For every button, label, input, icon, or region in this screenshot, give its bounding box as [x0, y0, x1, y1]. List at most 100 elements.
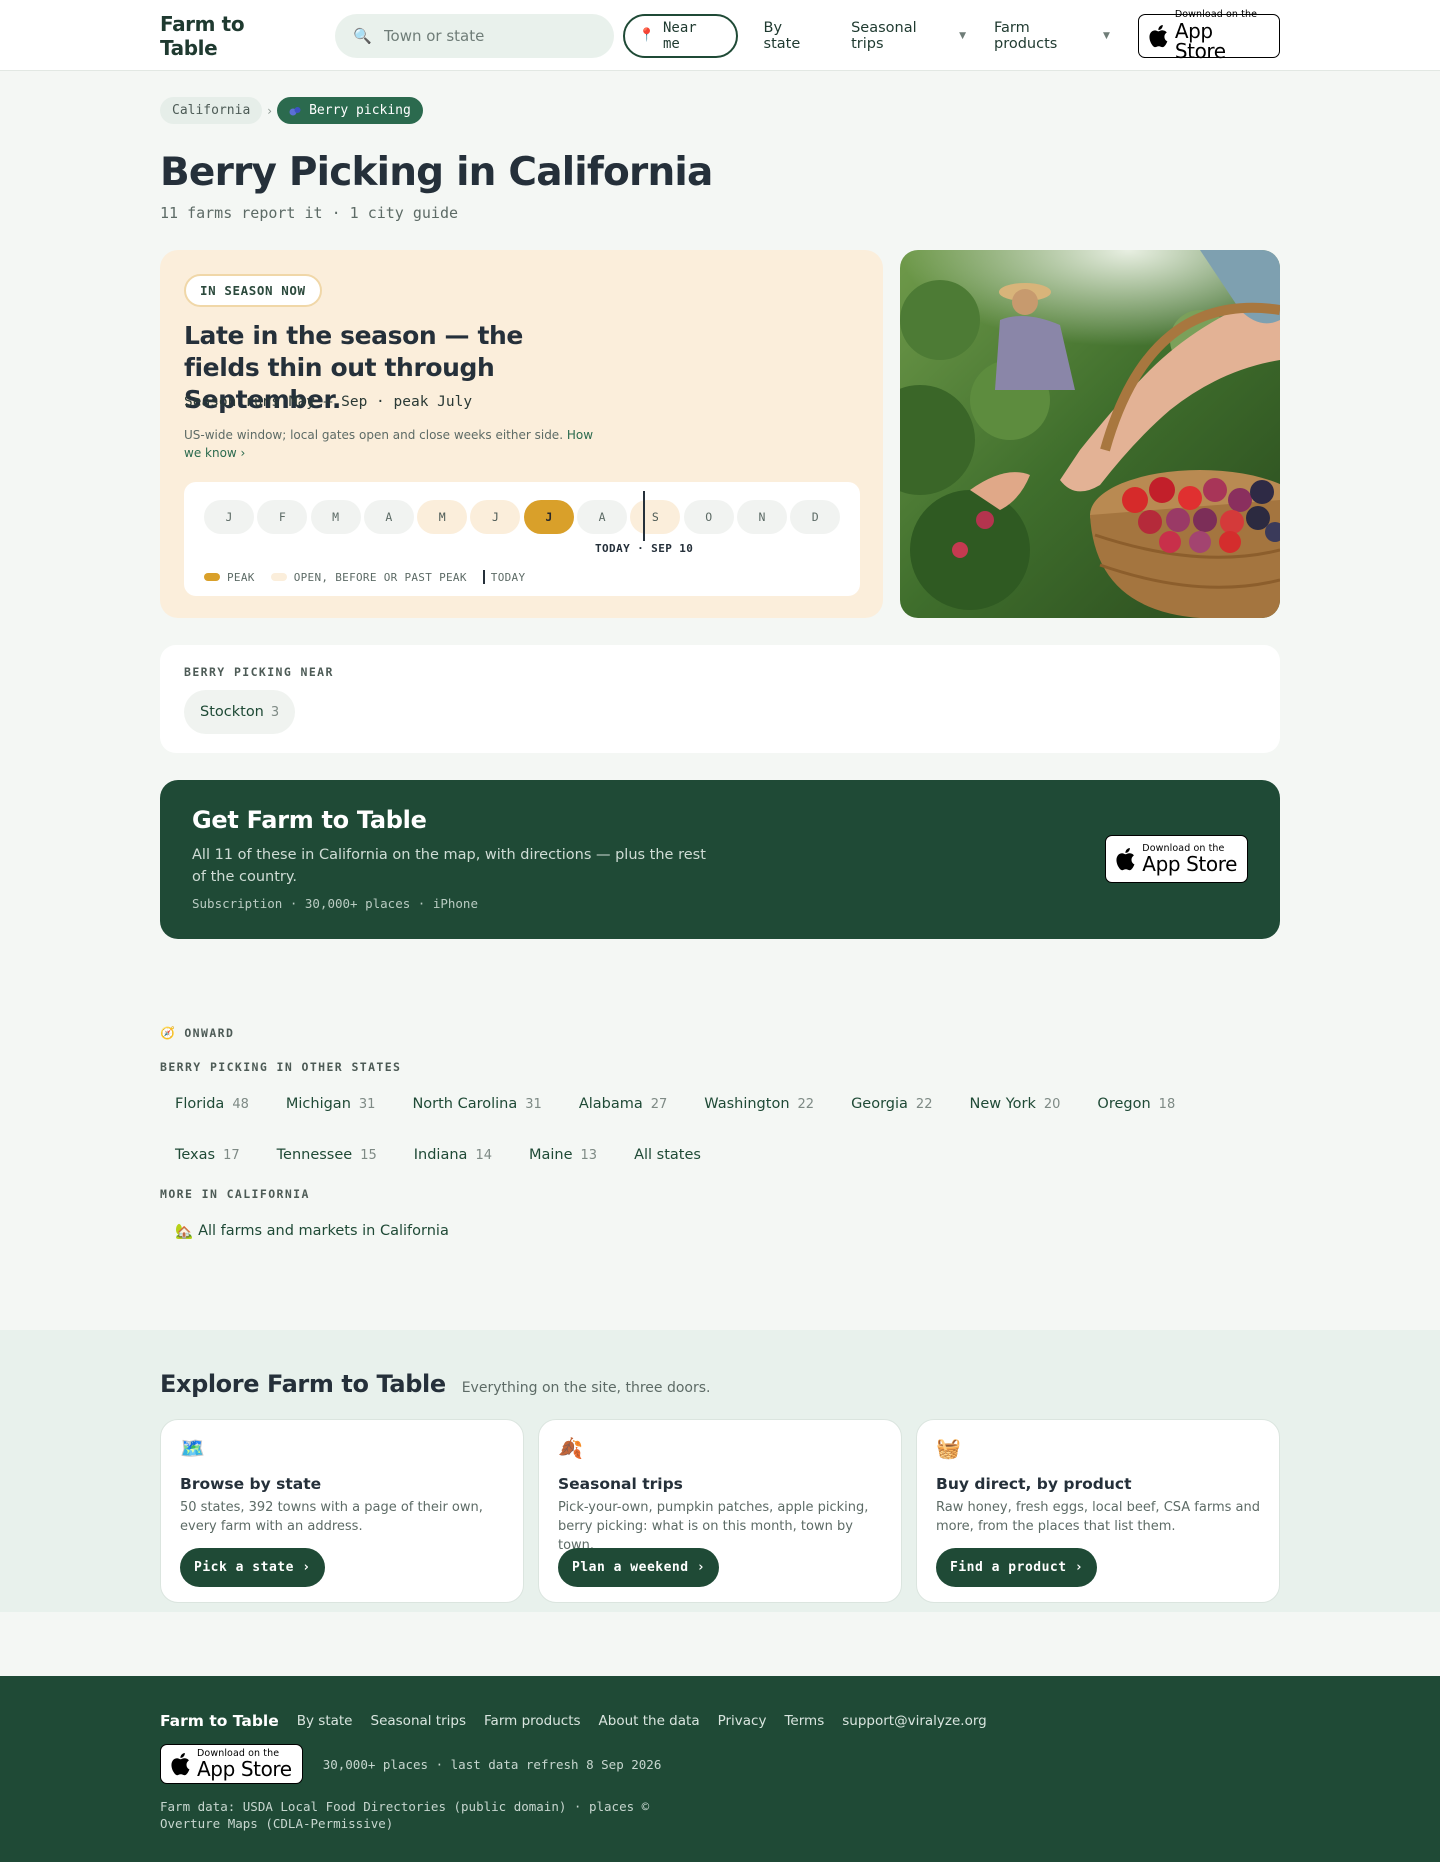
other-state-link[interactable]: Indiana 14: [399, 1133, 507, 1177]
near-me-label: Near me: [662, 19, 697, 52]
legend-today: TODAY: [482, 570, 526, 584]
app-promo: Get Farm to Table All 11 of these in Cal…: [160, 780, 1280, 939]
footer: Farm to Table By state Seasonal trips Farm…: [0, 1676, 1440, 1862]
other-state-name: Texas: [175, 1147, 216, 1163]
search-input[interactable]: [383, 26, 584, 45]
breadcrumb-state[interactable]: California: [160, 97, 263, 124]
explore-tagline: Everything on the site, three doors.: [461, 1380, 711, 1396]
nav-farm-products[interactable]: Farm products ▼: [994, 20, 1110, 52]
apple-icon: [171, 1753, 190, 1776]
house-icon: 🏡: [175, 1223, 194, 1240]
other-state-count: 22: [797, 1096, 815, 1112]
other-state-link[interactable]: Texas 17: [160, 1133, 255, 1177]
onward-eyebrow: 🧭 ONWARD: [160, 1026, 1280, 1040]
other-state-link[interactable]: Tennessee 15: [262, 1133, 392, 1177]
breadcrumb-separator: ›: [267, 103, 273, 118]
search-icon: 🔍: [353, 26, 372, 45]
page-title: Berry Picking in California: [160, 150, 713, 195]
other-state-name: Oregon: [1097, 1096, 1151, 1112]
other-state-link[interactable]: All states: [619, 1133, 716, 1177]
photo-illustration: [900, 250, 1280, 618]
season-card: IN SEASON NOW Late in the season — the f…: [160, 250, 883, 618]
footer-link[interactable]: Privacy: [718, 1713, 767, 1729]
search-box[interactable]: 🔍: [335, 13, 614, 58]
find-a-product-button[interactable]: Find a product ›: [936, 1548, 1098, 1587]
other-state-link[interactable]: Michigan 31: [271, 1082, 391, 1126]
breadcrumb-activity-label: Berry picking: [309, 103, 411, 118]
basket-icon: 🧺: [936, 1436, 961, 1460]
site-logo[interactable]: Farm to Table: [160, 12, 307, 60]
legend-peak: PEAK: [204, 571, 255, 584]
top-nav: Farm to Table 🔍 📍 Near me By state Seaso…: [0, 0, 1440, 71]
month-row: JFMAMJJASOND: [204, 500, 844, 534]
leaf-icon: 🍂: [558, 1436, 583, 1460]
footer-link[interactable]: support@viralyze.org: [842, 1713, 986, 1729]
legend-open-label: OPEN, BEFORE OR PAST PEAK: [293, 570, 467, 584]
footer-link[interactable]: By state: [297, 1713, 353, 1729]
nav-seasonal-trips-label: Seasonal trips: [851, 19, 917, 52]
near-place-name: Stockton: [200, 704, 264, 720]
chevron-down-icon: ▼: [959, 30, 966, 41]
other-state-link[interactable]: Florida 48: [160, 1082, 264, 1126]
other-state-link[interactable]: North Carolina 31: [397, 1082, 556, 1126]
legend-peak-swatch: [204, 573, 220, 581]
today-label: TODAY · SEP 10: [595, 542, 694, 555]
badge-big-text: App Store: [1174, 18, 1226, 63]
chevron-down-icon: ▼: [1103, 30, 1110, 41]
legend-today-label: TODAY: [490, 570, 526, 584]
nav-farm-products-label: Farm products: [993, 19, 1058, 52]
month-cell: M: [417, 500, 468, 534]
month-cell: A: [363, 500, 414, 534]
other-state-link[interactable]: New York 20: [954, 1082, 1075, 1126]
other-state-link[interactable]: Alabama 27: [564, 1082, 682, 1126]
legend-today-bar: [482, 570, 485, 584]
all-farms-in-state-link[interactable]: 🏡 All farms and markets in California: [160, 1209, 464, 1253]
nav-seasonal-trips[interactable]: Seasonal trips ▼: [851, 20, 966, 52]
footer-link[interactable]: About the data: [599, 1713, 700, 1729]
badge-big-text: App Store: [1142, 852, 1237, 877]
other-state-name: Michigan: [285, 1096, 351, 1112]
footer-link[interactable]: Terms: [784, 1713, 824, 1729]
other-state-count: 27: [650, 1096, 668, 1112]
explore-title: Explore Farm to Table: [160, 1370, 446, 1398]
explore-section: Explore Farm to Table Everything on the …: [0, 1330, 1440, 1612]
nav-by-state[interactable]: By state: [764, 20, 824, 52]
nav-by-state-label: By state: [763, 19, 801, 52]
near-me-button[interactable]: 📍 Near me: [622, 13, 738, 58]
app-store-badge-promo[interactable]: Download on the App Store: [1105, 835, 1248, 883]
season-calendar: JFMAMJJASOND TODAY · SEP 10 PEAK OPEN, B…: [184, 482, 860, 596]
promo-meta: Subscription · 30,000+ places · iPhone: [192, 896, 478, 911]
other-states-heading: BERRY PICKING IN OTHER STATES: [160, 1060, 402, 1074]
door-body: Raw honey, fresh eggs, local beef, CSA f…: [936, 1500, 1260, 1534]
other-state-count: 17: [223, 1147, 240, 1163]
app-store-badge-header[interactable]: Download on the App Store: [1137, 10, 1280, 63]
season-note: US-wide window; local gates open and clo…: [184, 426, 604, 462]
door-title: Buy direct, by product: [936, 1475, 1132, 1493]
other-state-name: Florida: [175, 1096, 225, 1112]
door-seasonal-trips: 🍂 Seasonal trips Pick-your-own, pumpkin …: [538, 1419, 902, 1603]
apple-icon: [1116, 848, 1135, 871]
other-state-link[interactable]: Washington 22: [689, 1082, 829, 1126]
month-cell: O: [683, 500, 734, 534]
location-pin-icon: 📍: [638, 28, 655, 43]
season-note-text: US-wide window; local gates open and clo…: [184, 428, 564, 442]
pick-a-state-button[interactable]: Pick a state ›: [180, 1548, 325, 1587]
other-state-link[interactable]: Maine 13: [514, 1133, 612, 1177]
footer-link[interactable]: Seasonal trips: [371, 1713, 467, 1729]
other-state-name: Maine: [528, 1147, 573, 1163]
onward-eyebrow-label: ONWARD: [184, 1026, 235, 1040]
onward-section: 🧭 ONWARD BERRY PICKING IN OTHER STATES Fl…: [160, 1026, 1280, 1260]
near-place-count: 3: [270, 704, 280, 720]
other-state-name: Georgia: [851, 1096, 908, 1112]
footer-link[interactable]: Farm products: [484, 1713, 581, 1729]
berry-picking-photo: [900, 250, 1280, 618]
more-in-state-heading: MORE IN CALIFORNIA: [160, 1187, 310, 1201]
other-state-link[interactable]: Georgia 22: [836, 1082, 947, 1126]
footer-logo[interactable]: Farm to Table: [160, 1712, 279, 1730]
plan-a-weekend-button[interactable]: Plan a weekend ›: [558, 1548, 720, 1587]
more-in-state-list: 🏡 All farms and markets in California: [160, 1209, 1280, 1260]
footer-meta: 30,000+ places · last data refresh 8 Sep…: [322, 1756, 662, 1772]
near-place-chip[interactable]: Stockton 3: [184, 690, 296, 734]
other-state-link[interactable]: Oregon 18: [1082, 1082, 1190, 1126]
app-store-badge-footer[interactable]: Download on the App Store: [160, 1744, 303, 1784]
